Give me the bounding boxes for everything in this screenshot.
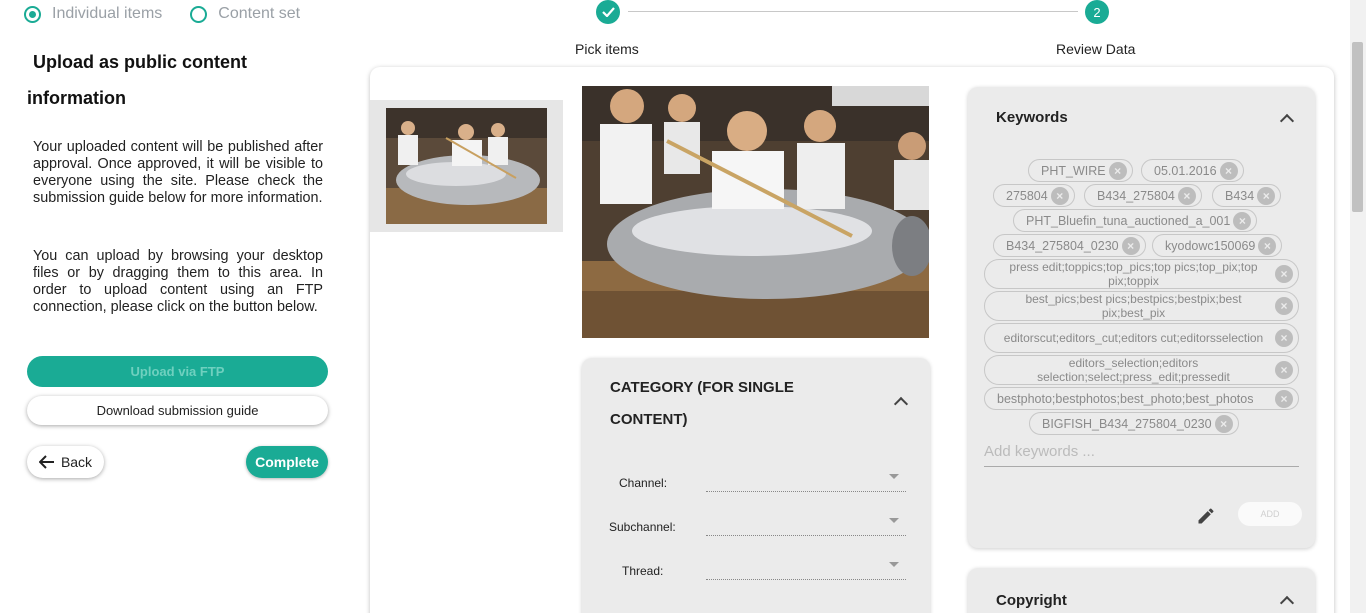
remove-chip-icon[interactable]: ×: [1177, 186, 1196, 205]
keyword-chip: PHT_WIRE ×: [1028, 159, 1133, 182]
keywords-title: Keywords: [996, 109, 1068, 126]
mode-radio-group: Individual items Content set: [24, 5, 300, 23]
thumbnail-item[interactable]: [370, 100, 563, 232]
remove-chip-icon[interactable]: ×: [1257, 186, 1276, 205]
thread-select[interactable]: [706, 579, 906, 580]
step-2-number[interactable]: 2: [1085, 0, 1109, 24]
thread-label: Thread:: [622, 564, 664, 578]
keyword-chip: best_pics;best pics;bestpics;bestpix;bes…: [984, 291, 1299, 321]
subchannel-label: Subchannel:: [609, 520, 676, 534]
radio-label: Individual items: [52, 5, 163, 22]
keyword-chip: editorscut;editors_cut;editors cut;edito…: [984, 323, 1299, 353]
keyword-chip: kyodowc150069 ×: [1152, 234, 1283, 257]
thumbnail-image: [386, 108, 547, 224]
back-button[interactable]: Back: [27, 446, 104, 478]
channel-select[interactable]: [706, 491, 906, 492]
keyword-chip: editors_selection;editors selection;sele…: [984, 355, 1299, 385]
keyword-chip: PHT_Bluefin_tuna_auctioned_a_001 ×: [1013, 209, 1258, 232]
remove-chip-icon[interactable]: ×: [1258, 236, 1277, 255]
step-1-label: Pick items: [575, 41, 639, 57]
remove-chip-icon[interactable]: ×: [1121, 236, 1140, 255]
title-line-2: information: [27, 88, 126, 108]
radio-unselected-icon: [190, 5, 208, 23]
stepper-line: [628, 11, 1078, 12]
subchannel-select[interactable]: [706, 535, 906, 536]
collapse-chevron-icon[interactable]: [893, 396, 909, 412]
radio-label: Content set: [218, 5, 301, 22]
radio-content-set[interactable]: Content set: [190, 5, 300, 23]
collapse-chevron-icon[interactable]: [1279, 113, 1295, 129]
keyword-chip: B434_275804_0230 ×: [993, 234, 1146, 257]
back-label: Back: [60, 454, 93, 470]
keyword-chip: BIGFISH_B434_275804_0230 ×: [1029, 412, 1239, 435]
remove-chip-icon[interactable]: ×: [1108, 161, 1127, 180]
keywords-input[interactable]: Add keywords ...: [984, 441, 1299, 467]
collapse-chevron-icon[interactable]: [1279, 595, 1295, 611]
scrollbar-thumb[interactable]: [1352, 42, 1363, 212]
main-preview-image: [582, 86, 929, 338]
keywords-card: Keywords PHT_WIRE × 05.01.2016 × 275804 × B…: [968, 87, 1315, 548]
keyword-chip: 05.01.2016 ×: [1141, 159, 1244, 182]
step-2-label: Review Data: [1056, 41, 1136, 57]
copyright-card: Copyright: [968, 568, 1315, 613]
keyword-chip: bestphoto;bestphotos;best_photo;best_pho…: [984, 387, 1299, 410]
radio-selected-icon: [24, 5, 41, 23]
chevron-down-icon[interactable]: [889, 518, 899, 523]
page-scrollbar[interactable]: [1350, 0, 1366, 613]
remove-chip-icon[interactable]: ×: [1275, 329, 1293, 347]
copyright-title: Copyright: [996, 592, 1067, 609]
category-card: CATEGORY (FOR SINGLE CONTENT) Channel: S…: [582, 358, 930, 613]
info-paragraph-2: You can upload by browsing your desktop …: [33, 248, 323, 315]
keyword-chip: B434 ×: [1212, 184, 1282, 207]
channel-label: Channel:: [619, 476, 668, 490]
add-keyword-button[interactable]: ADD: [1238, 502, 1302, 526]
chevron-down-icon[interactable]: [889, 474, 899, 479]
chevron-down-icon[interactable]: [889, 562, 899, 567]
remove-chip-icon[interactable]: ×: [1219, 161, 1238, 180]
arrow-left-icon: [38, 455, 54, 469]
upload-ftp-button[interactable]: Upload via FTP: [27, 356, 328, 387]
remove-chip-icon[interactable]: ×: [1050, 186, 1069, 205]
remove-chip-icon[interactable]: ×: [1214, 414, 1233, 433]
page-title: Upload as public content information: [27, 44, 327, 116]
keyword-chip: 275804 ×: [993, 184, 1075, 207]
remove-chip-icon[interactable]: ×: [1275, 361, 1293, 379]
info-paragraph-1: Your uploaded content will be published …: [33, 139, 323, 206]
remove-chip-icon[interactable]: ×: [1233, 211, 1252, 230]
page: Individual items Content set Upload as p…: [0, 0, 1366, 613]
remove-chip-icon[interactable]: ×: [1275, 297, 1293, 315]
complete-button[interactable]: Complete: [246, 446, 328, 478]
keyword-chip: B434_275804 ×: [1084, 184, 1202, 207]
radio-individual-items[interactable]: Individual items: [24, 5, 162, 23]
title-line-1: Upload as public content: [33, 52, 248, 72]
remove-chip-icon[interactable]: ×: [1275, 265, 1293, 283]
pencil-icon[interactable]: [1196, 506, 1216, 526]
step-1-check-icon[interactable]: [596, 0, 620, 24]
remove-chip-icon[interactable]: ×: [1275, 389, 1293, 408]
keyword-chip: press edit;toppics;top_pics;top pics;top…: [984, 259, 1299, 289]
category-title: CATEGORY (FOR SINGLE CONTENT): [610, 379, 794, 428]
download-guide-button[interactable]: Download submission guide: [27, 396, 328, 425]
